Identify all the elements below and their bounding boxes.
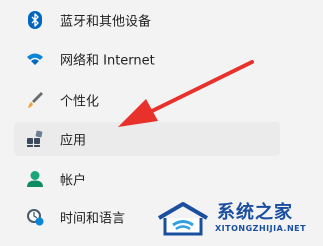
nav-item-label: 时间和语言 [60,211,126,227]
wifi-icon [26,50,44,68]
nav-item-label: 应用 [60,133,87,149]
brush-icon [26,91,44,109]
time-language-icon [26,208,44,226]
nav-item-label: 网络和 Internet [60,53,155,69]
apps-icon [26,130,44,148]
nav-item-label: 帐户 [60,173,87,189]
account-icon [26,170,44,188]
nav-item-apps[interactable]: 应用 [14,122,280,156]
watermark: 系统之家 XITONGZHIJIA.NET [155,196,315,240]
watermark-url: XITONGZHIJIA.NET [215,224,307,233]
nav-item-personalization[interactable]: 个性化 [18,83,280,117]
nav-item-network[interactable]: 网络和 Internet [18,42,280,76]
nav-item-label: 蓝牙和其他设备 [60,14,152,30]
house-logo-icon [157,202,209,236]
bluetooth-icon [26,11,44,29]
nav-item-accounts[interactable]: 帐户 [18,162,280,196]
nav-item-label: 个性化 [60,94,100,110]
watermark-text: 系统之家 [217,202,293,223]
nav-item-bluetooth[interactable]: 蓝牙和其他设备 [18,3,280,37]
